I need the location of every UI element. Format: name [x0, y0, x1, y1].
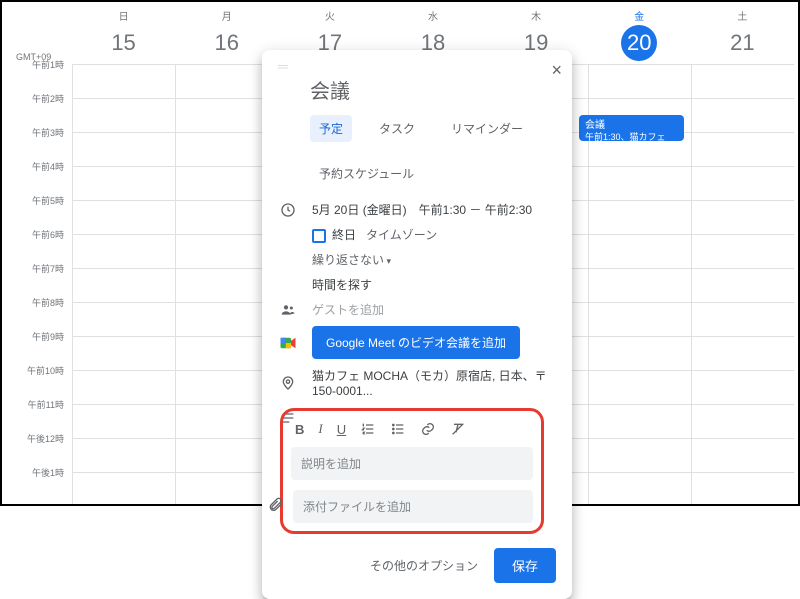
italic-icon[interactable]: I	[318, 421, 322, 437]
clear-format-icon[interactable]	[450, 421, 466, 437]
meet-icon	[278, 334, 298, 352]
day-number[interactable]: 15	[106, 25, 142, 61]
hour-label: 午前5時	[12, 194, 64, 207]
allday-label: 終日	[332, 228, 356, 242]
day-of-week: 水	[381, 8, 484, 23]
guests-input[interactable]: ゲストを追加	[312, 301, 556, 318]
tab-reminder[interactable]: リマインダー	[442, 115, 532, 142]
location-text[interactable]: 猫カフェ MOCHA（モカ）原宿店, 日本、〒150-0001...	[312, 367, 556, 398]
day-number[interactable]: 20	[621, 25, 657, 61]
day-header[interactable]: 日 15	[72, 8, 175, 61]
event-editor-modal: ═ × 予定 タスク リマインダー 予約スケジュール 5月 20日 (金曜日) …	[262, 50, 572, 599]
people-icon	[278, 302, 298, 318]
day-number[interactable]: 16	[209, 25, 245, 61]
timezone-link[interactable]: タイムゾーン	[366, 228, 437, 242]
hour-label: 午前9時	[12, 330, 64, 343]
underline-icon[interactable]: U	[337, 422, 346, 437]
day-header[interactable]: 金 20	[588, 8, 691, 61]
save-button[interactable]: 保存	[494, 548, 556, 583]
hour-label: 午前3時	[12, 126, 64, 139]
description-input[interactable]: 説明を追加	[291, 447, 533, 480]
day-of-week: 金	[588, 8, 691, 23]
day-number[interactable]: 21	[724, 25, 760, 61]
event-type-tabs: 予定 タスク リマインダー 予約スケジュール	[310, 115, 572, 187]
bulleted-list-icon[interactable]	[390, 421, 406, 437]
day-of-week: 火	[278, 8, 381, 23]
hour-label: 午後1時	[12, 466, 64, 479]
location-icon	[278, 375, 298, 391]
hour-label: 午前11時	[12, 398, 64, 411]
find-time-link[interactable]: 時間を探す	[312, 276, 556, 293]
bold-icon[interactable]: B	[295, 422, 304, 437]
event-subline: 午前1:30、猫カフェ MO	[585, 132, 678, 141]
day-of-week: 日	[72, 8, 175, 23]
description-highlight-box: B I U 説明を追加 添付ファイルを追加	[280, 408, 544, 534]
event-title-input[interactable]	[310, 74, 556, 105]
hour-label: 午前8時	[12, 296, 64, 309]
attachment-input[interactable]: 添付ファイルを追加	[293, 490, 533, 523]
more-options-link[interactable]: その他のオプション	[370, 557, 478, 574]
hour-label: 午前6時	[12, 228, 64, 241]
day-of-week: 土	[691, 8, 794, 23]
hour-label: 午前10時	[12, 364, 64, 377]
day-of-week: 木	[485, 8, 588, 23]
hour-label: 午前7時	[12, 262, 64, 275]
numbered-list-icon[interactable]	[360, 421, 376, 437]
event-title: 会議	[585, 119, 678, 132]
calendar-event-chip[interactable]: 会議 午前1:30、猫カフェ MO	[579, 115, 684, 141]
day-header[interactable]: 土 21	[691, 8, 794, 61]
close-icon[interactable]: ×	[551, 60, 562, 81]
hour-label: 午前4時	[12, 160, 64, 173]
datetime-text[interactable]: 5月 20日 (金曜日) 午前1:30 － 午前2:30	[312, 201, 556, 218]
rich-text-toolbar: B I U	[291, 419, 533, 443]
clock-icon	[278, 202, 298, 218]
recurrence-select[interactable]: 繰り返さない	[312, 251, 556, 268]
hour-label: 午前1時	[12, 58, 64, 71]
add-meet-button[interactable]: Google Meet のビデオ会議を追加	[312, 326, 520, 359]
tab-task[interactable]: タスク	[370, 115, 424, 142]
hour-label: 午後12時	[12, 432, 64, 445]
drag-handle-icon[interactable]: ═	[262, 58, 572, 74]
tab-appointment[interactable]: 予約スケジュール	[310, 160, 423, 187]
day-of-week: 月	[175, 8, 278, 23]
link-icon[interactable]	[420, 421, 436, 437]
hour-label: 午前2時	[12, 92, 64, 105]
allday-checkbox[interactable]	[312, 229, 326, 243]
tab-event[interactable]: 予定	[310, 115, 352, 142]
attachment-icon	[265, 497, 285, 513]
